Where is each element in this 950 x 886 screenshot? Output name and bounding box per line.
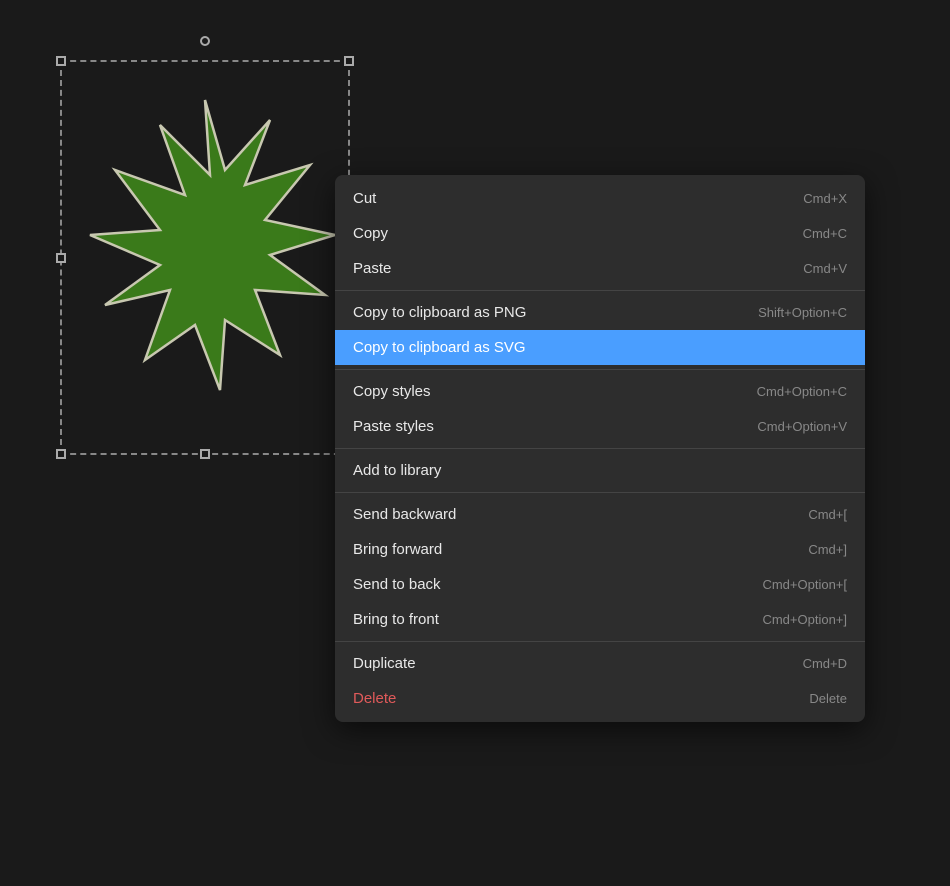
menu-item-cut[interactable]: Cut Cmd+X: [335, 181, 865, 216]
handle-top-right[interactable]: [344, 56, 354, 66]
rotation-handle[interactable]: [200, 36, 210, 46]
menu-divider-2: [335, 369, 865, 370]
menu-item-bring-forward[interactable]: Bring forward Cmd+]: [335, 532, 865, 567]
menu-item-send-backward[interactable]: Send backward Cmd+[: [335, 497, 865, 532]
menu-item-copy[interactable]: Copy Cmd+C: [335, 216, 865, 251]
menu-item-copy-svg[interactable]: Copy to clipboard as SVG: [335, 330, 865, 365]
selection-box: [60, 60, 350, 455]
canvas: Cut Cmd+X Copy Cmd+C Paste Cmd+V Copy to…: [0, 0, 950, 886]
menu-item-delete[interactable]: Delete Delete: [335, 681, 865, 716]
context-menu: Cut Cmd+X Copy Cmd+C Paste Cmd+V Copy to…: [335, 175, 865, 722]
menu-item-bring-front[interactable]: Bring to front Cmd+Option+]: [335, 602, 865, 637]
menu-divider-3: [335, 448, 865, 449]
handle-bottom-left[interactable]: [56, 449, 66, 459]
menu-item-copy-png[interactable]: Copy to clipboard as PNG Shift+Option+C: [335, 295, 865, 330]
menu-divider-1: [335, 290, 865, 291]
menu-item-send-back[interactable]: Send to back Cmd+Option+[: [335, 567, 865, 602]
handle-bottom-middle[interactable]: [200, 449, 210, 459]
menu-item-paste[interactable]: Paste Cmd+V: [335, 251, 865, 286]
menu-item-add-library[interactable]: Add to library: [335, 453, 865, 488]
menu-divider-4: [335, 492, 865, 493]
menu-divider-5: [335, 641, 865, 642]
handle-middle-left[interactable]: [56, 253, 66, 263]
menu-item-paste-styles[interactable]: Paste styles Cmd+Option+V: [335, 409, 865, 444]
menu-item-duplicate[interactable]: Duplicate Cmd+D: [335, 646, 865, 681]
handle-top-left[interactable]: [56, 56, 66, 66]
menu-item-copy-styles[interactable]: Copy styles Cmd+Option+C: [335, 374, 865, 409]
